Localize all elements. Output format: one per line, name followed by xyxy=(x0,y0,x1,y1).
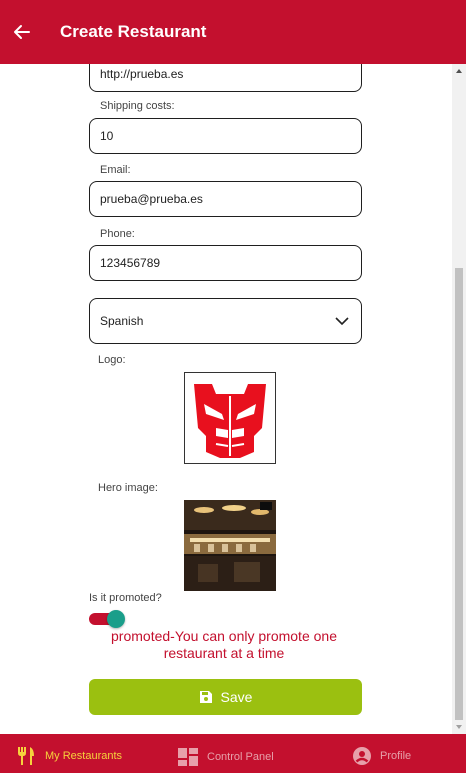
phone-label: Phone: xyxy=(100,228,135,240)
logo-image[interactable] xyxy=(184,372,276,464)
promoted-warning-message: promoted-You can only promote one restau… xyxy=(111,628,337,661)
save-button[interactable]: Save xyxy=(89,679,362,715)
chevron-down-icon xyxy=(335,317,349,326)
tab-my-restaurants-label: My Restaurants xyxy=(45,750,123,762)
scroll-down-arrow-icon[interactable] xyxy=(455,723,463,731)
hero-image[interactable] xyxy=(184,500,276,591)
shipping-costs-field[interactable]: 10 xyxy=(89,118,362,154)
email-label: Email: xyxy=(100,164,131,176)
shipping-costs-label: Shipping costs: xyxy=(100,100,175,112)
email-field[interactable]: prueba@prueba.es xyxy=(89,181,362,217)
tab-profile-label: Profile xyxy=(380,750,412,762)
floppy-disk-icon xyxy=(199,691,212,703)
autobot-logo-icon xyxy=(194,384,266,458)
tab-profile[interactable]: Profile xyxy=(353,747,411,765)
dashboard-icon xyxy=(178,748,198,766)
tab-control-panel[interactable]: Control Panel xyxy=(178,748,274,766)
logo-label: Logo: xyxy=(98,354,126,366)
hero-image-label: Hero image: xyxy=(98,482,158,494)
bottom-tab-bar: My Restaurants Control Panel Profile xyxy=(0,734,466,773)
phone-field[interactable]: 123456789 xyxy=(89,245,362,281)
user-circle-icon xyxy=(353,747,371,765)
promoted-toggle[interactable] xyxy=(89,610,125,628)
url-field[interactable]: http://prueba.es xyxy=(89,64,362,92)
promoted-label: Is it promoted? xyxy=(89,592,162,604)
fork-knife-icon xyxy=(18,747,34,765)
category-select-value: Spanish xyxy=(100,314,144,328)
back-button[interactable] xyxy=(0,0,44,64)
tab-my-restaurants[interactable]: My Restaurants xyxy=(16,747,122,765)
scrollbar[interactable] xyxy=(452,64,466,734)
toggle-knob xyxy=(107,610,125,628)
app-header: Create Restaurant xyxy=(0,0,466,64)
tab-control-panel-label: Control Panel xyxy=(207,751,274,763)
page-title: Create Restaurant xyxy=(60,22,207,41)
arrow-left-icon xyxy=(14,25,30,39)
scroll-up-arrow-icon[interactable] xyxy=(455,67,463,75)
save-button-label: Save xyxy=(220,689,253,705)
scrollbar-thumb[interactable] xyxy=(455,268,463,720)
form-scroll-area: http://prueba.es Shipping costs: 10 Emai… xyxy=(0,64,452,734)
restaurant-photo-icon xyxy=(184,500,276,591)
category-select[interactable]: Spanish xyxy=(89,298,362,344)
